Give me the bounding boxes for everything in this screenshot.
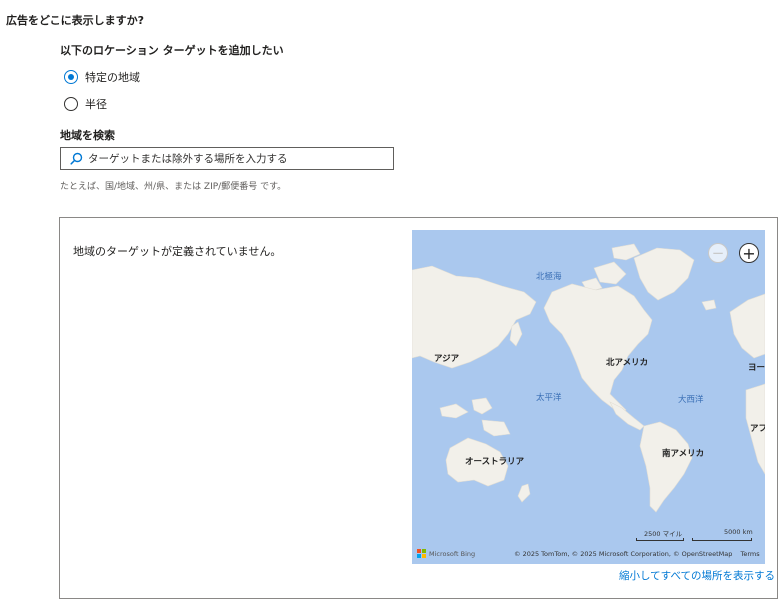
search-label: 地域を検索 [60, 129, 115, 142]
map-label-pacific: 太平洋 [536, 393, 562, 403]
page-title: 広告をどこに表示しますか? [6, 14, 145, 27]
map-label-atlantic: 大西洋 [678, 395, 704, 405]
radio-specific-region[interactable]: 特定の地域 [64, 69, 140, 85]
scale-km: 5000 km [724, 528, 753, 536]
map-label-europe: ヨー [748, 363, 765, 373]
radio-unselected-icon[interactable] [64, 97, 78, 111]
map-label-south-america: 南アメリカ [662, 449, 705, 459]
search-box[interactable] [60, 147, 394, 170]
map-label-africa: アフ [750, 424, 765, 434]
zoom-in-button[interactable]: + [739, 243, 759, 263]
radio-radius-label: 半径 [85, 98, 107, 111]
map-label-australia: オーストラリア [465, 457, 525, 467]
zoom-out-button[interactable]: − [708, 243, 728, 263]
microsoft-bing-logo: Microsoft Bing [417, 549, 475, 558]
search-icon [70, 152, 83, 165]
search-hint: たとえば、国/地域、州/県、または ZIP/郵便番号 です。 [60, 182, 287, 192]
radio-selected-icon[interactable] [64, 70, 78, 84]
radio-radius[interactable]: 半径 [64, 96, 107, 112]
microsoft-bing-logo-text: Microsoft Bing [429, 549, 476, 558]
world-map-graphic [412, 230, 765, 564]
world-map[interactable]: − + 北極海 アジア 北アメリカ ヨー 太平洋 大西洋 アフ オーストラリア … [412, 230, 765, 564]
radio-specific-region-label: 特定の地域 [85, 71, 140, 84]
map-label-arctic: 北極海 [536, 272, 562, 282]
microsoft-logo-icon [417, 549, 426, 558]
empty-targets-message: 地域のターゲットが定義されていません。 [73, 245, 282, 258]
map-label-asia: アジア [434, 354, 460, 364]
map-label-north-america: 北アメリカ [606, 358, 649, 368]
scale-km-bar [692, 538, 752, 541]
terms-link[interactable]: Terms [740, 550, 759, 558]
scale-miles: 2500 マイル [644, 530, 683, 538]
map-attribution: © 2025 TomTom, © 2025 Microsoft Corporat… [514, 550, 760, 558]
scale-miles-bar [636, 538, 684, 541]
location-section-label: 以下のロケーション ターゲットを追加したい [60, 44, 284, 57]
zoom-to-all-locations-link[interactable]: 縮小してすべての場所を表示する [619, 568, 775, 583]
search-input[interactable] [88, 152, 378, 165]
map-attribution-text: © 2025 TomTom, © 2025 Microsoft Corporat… [514, 550, 733, 558]
